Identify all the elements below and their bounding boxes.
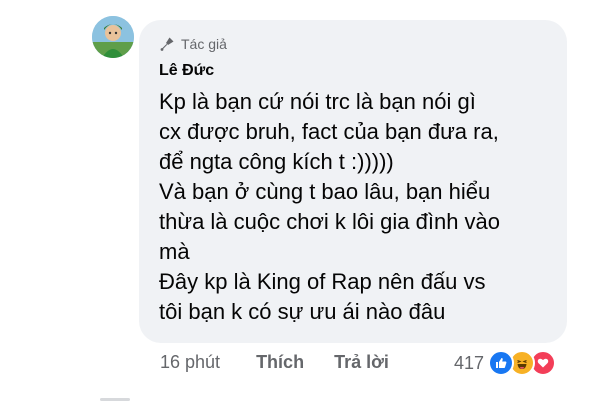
- like-button[interactable]: Thích: [256, 352, 304, 373]
- comment-line: cx được bruh, fact của bạn đưa ra,: [159, 119, 499, 144]
- reply-button[interactable]: Trả lời: [334, 352, 389, 373]
- like-icon: [488, 350, 515, 376]
- author-badge: Tác giả: [159, 36, 227, 52]
- comment-timestamp[interactable]: 16 phút: [160, 352, 220, 373]
- author-badge-label: Tác giả: [181, 36, 227, 52]
- comment-view: Tác giả Lê Đức Kp là bạn cứ nói trc là b…: [0, 0, 591, 403]
- comment-actions: 16 phút Thích Trả lời: [160, 352, 389, 373]
- comment-line: Và bạn ở cùng t bao lâu, bạn hiểu: [159, 179, 491, 204]
- reaction-summary[interactable]: 417: [454, 350, 557, 376]
- author-name[interactable]: Lê Đức: [159, 62, 214, 80]
- comment-line: mà: [159, 239, 190, 264]
- comment-line: tôi bạn k có sự ưu ái nào đâu: [159, 299, 446, 324]
- comment-bubble: Tác giả Lê Đức Kp là bạn cứ nói trc là b…: [139, 20, 567, 343]
- divider: [100, 398, 130, 401]
- comment-line: để ngta công kích t :))))): [159, 149, 394, 174]
- microphone-icon: [159, 36, 175, 52]
- comment-line: thừa là cuộc chơi k lôi gia đình vào: [159, 209, 501, 234]
- comment-text: Kp là bạn cứ nói trc là bạn nói gì cx đư…: [159, 87, 559, 327]
- comment-line: Đây kp là King of Rap nên đấu vs: [159, 269, 486, 294]
- reaction-count: 417: [454, 352, 485, 373]
- avatar[interactable]: [92, 16, 134, 58]
- comment-line: Kp là bạn cứ nói trc là bạn nói gì: [159, 89, 476, 114]
- avatar-image: [92, 16, 134, 58]
- next-comment-edge: [0, 398, 591, 403]
